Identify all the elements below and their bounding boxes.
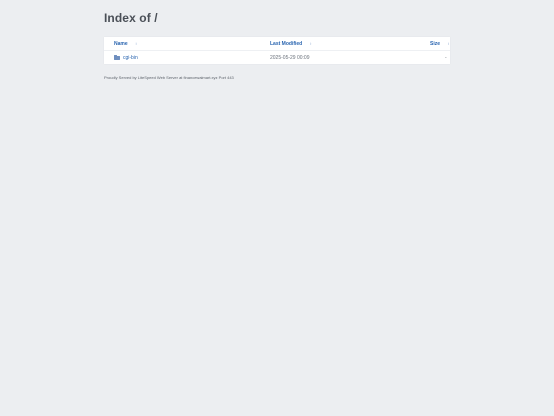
- name-column-header[interactable]: Name ↕: [114, 41, 137, 47]
- directory-listing-page: Index of / Name ↕ Last Modified ↕ Size ↕…: [0, 0, 554, 416]
- sort-arrows-icon: ↕: [447, 41, 450, 46]
- last-modified-value: 2025-05-29 00:09: [270, 55, 310, 61]
- sort-arrows-icon: ↕: [135, 41, 138, 46]
- sort-arrows-icon: ↕: [309, 41, 312, 46]
- last-modified-column-header[interactable]: Last Modified ↕: [270, 41, 312, 47]
- folder-icon: [114, 55, 120, 60]
- size-value: -: [445, 55, 447, 61]
- page-title: Index of /: [104, 11, 158, 25]
- file-link[interactable]: cgi-bin: [123, 55, 138, 61]
- server-footer: Proudly Served by LiteSpeed Web Server a…: [104, 75, 234, 80]
- table-header: Name ↕ Last Modified ↕ Size ↕: [104, 37, 450, 50]
- last-modified-header-label: Last Modified: [270, 41, 303, 47]
- file-table: Name ↕ Last Modified ↕ Size ↕ cgi-bin 20…: [104, 37, 450, 64]
- table-row[interactable]: cgi-bin 2025-05-29 00:09 -: [104, 51, 450, 64]
- size-header-label: Size: [430, 41, 441, 47]
- name-header-label: Name: [114, 41, 128, 47]
- size-column-header[interactable]: Size ↕: [430, 41, 449, 47]
